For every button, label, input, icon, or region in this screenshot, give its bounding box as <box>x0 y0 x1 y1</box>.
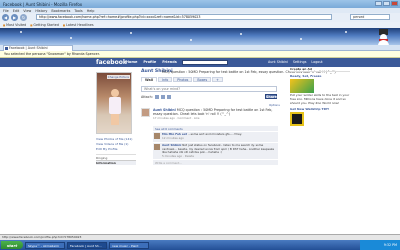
menu-bookmarks[interactable]: Bookmarks <box>51 9 70 13</box>
zoo-world-ad-image[interactable] <box>290 79 314 93</box>
left-column: View Photos of Me (141) View Videos of M… <box>96 137 136 165</box>
create-ad-link[interactable]: Create an Ad <box>290 67 350 72</box>
comment-text: ...some sort and ministers gfs.....!!hey… <box>187 132 242 136</box>
persona-infobar: You selected the persona "Snowman" by Rh… <box>0 51 400 58</box>
snowflake-icon <box>70 37 72 39</box>
comment-item: Mio Mio Fah eet ...some sort and ministe… <box>153 131 278 142</box>
options-link[interactable]: Options <box>269 103 280 107</box>
forward-arrow-icon[interactable]: ▶ <box>11 14 18 21</box>
attach-row: Attach: Share <box>141 94 277 100</box>
start-button[interactable]: start <box>1 241 23 249</box>
post-avatar[interactable] <box>141 108 150 117</box>
post-meta[interactable]: 17 minutes ago · Comment · Like <box>153 116 277 120</box>
menu-help[interactable]: Help <box>87 9 95 13</box>
ad-title[interactable]: Ready, Set, Freeze <box>290 74 350 78</box>
tab-photos[interactable]: Photos <box>173 77 193 82</box>
snowman-icon <box>374 29 392 45</box>
snowflake-icon <box>345 31 347 33</box>
snowflake-icon <box>190 39 192 41</box>
comment-list: See all 6 comments Mio Mio Fah eet ...so… <box>153 126 278 166</box>
menu-view[interactable]: View <box>23 9 31 13</box>
facebook-header: facebook Home Profile Friends Inbox Aunt… <box>0 58 400 67</box>
back-arrow-icon[interactable]: ◀ <box>2 14 9 21</box>
write-comment-input[interactable]: Write a comment... <box>153 159 278 166</box>
nav-profile[interactable]: Profile <box>143 60 156 64</box>
facebook-logo[interactable]: facebook <box>96 59 127 66</box>
ad-title[interactable]: Get New Wallstrip TRY! <box>290 107 350 111</box>
change-picture-link[interactable]: Change Picture <box>106 75 130 79</box>
window-titlebar: Facebook | Aunt Shibini - Mozilla Firefo… <box>0 0 400 8</box>
menu-history[interactable]: History <box>35 9 47 13</box>
ad-body: Put your winter skills to the test in yo… <box>290 93 350 105</box>
snowflake-icon <box>300 38 302 40</box>
reload-icon[interactable]: ↻ <box>20 14 27 21</box>
information-box-header[interactable]: Information <box>96 160 136 165</box>
tab-boxes[interactable]: Boxes <box>193 77 212 82</box>
nav-home[interactable]: Home <box>126 60 137 64</box>
minimize-button[interactable] <box>375 1 382 6</box>
comment-avatar[interactable] <box>154 144 160 150</box>
edit-profile-link[interactable]: Edit My Profile <box>96 147 136 152</box>
tab-wall[interactable]: Wall <box>141 77 158 82</box>
link-attach-icon[interactable] <box>166 95 171 99</box>
account-links: Aunt Shibini Settings Logout <box>268 60 323 64</box>
window-controls <box>375 1 398 6</box>
video-attach-icon[interactable] <box>160 95 165 99</box>
tab-info[interactable]: Info <box>158 77 173 82</box>
close-button[interactable] <box>391 1 398 6</box>
search-input[interactable]: persed <box>350 14 390 20</box>
wallstrip-ad-image[interactable] <box>290 112 304 127</box>
attach-label: Attach: <box>141 95 153 99</box>
comment-item: Aunt Shibini Not just status on facebook… <box>153 142 278 160</box>
snowflake-icon <box>240 33 242 35</box>
comment-meta[interactable]: 5 minutes ago · Delete <box>162 154 276 159</box>
profile-tabs: Wall Info Photos Boxes + <box>141 77 223 82</box>
comment-avatar[interactable] <box>154 133 160 139</box>
share-button[interactable]: Share <box>265 94 277 99</box>
ads-column: Create an Ad Ready, Set, Freeze Put your… <box>290 67 350 127</box>
window-title: Facebook | Aunt Shibini - Mozilla Firefo… <box>3 1 83 7</box>
settings-link[interactable]: Settings <box>293 60 307 64</box>
child-photo <box>108 89 121 125</box>
url-bar[interactable]: http://www.facebook.com/home.php?ref=hom… <box>36 14 332 20</box>
nav-friends[interactable]: Friends <box>162 60 177 64</box>
comment-meta: 12 minutes ago <box>162 135 184 140</box>
facebook-search-input[interactable] <box>182 60 228 65</box>
profile-page: Change Picture View Photos of Me (141) V… <box>0 67 400 240</box>
profile-picture[interactable]: Change Picture <box>96 72 132 134</box>
taskbar-item[interactable]: new music - Paint <box>109 241 149 249</box>
snowflake-icon <box>130 32 132 34</box>
persona-theme-header <box>0 28 400 45</box>
menu-tools[interactable]: Tools <box>74 9 82 13</box>
tab-add[interactable]: + <box>212 77 223 82</box>
taskbar-item[interactable]: Skype™ - Akmaliaim <box>25 241 65 249</box>
account-name-link[interactable]: Aunt Shibini <box>268 60 288 64</box>
bookmark-latest-headlines[interactable]: Latest Headlines <box>63 23 94 27</box>
windows-taskbar: start Skype™ - Akmaliaim Facebook | Aunt… <box>0 240 400 250</box>
status-publisher-input[interactable]: What's on your mind? <box>141 86 277 92</box>
bookmark-most-visited[interactable]: Most Visited <box>3 23 26 27</box>
post-body: Aunt Shibini MCQ question : 50MD Prepari… <box>153 108 277 121</box>
maximize-button[interactable] <box>383 1 390 6</box>
taskbar-item[interactable]: Facebook | Aunt Sh... <box>67 241 107 249</box>
bookmark-getting-started[interactable]: Getting Started <box>30 23 59 27</box>
menu-edit[interactable]: Edit <box>13 9 20 13</box>
menu-file[interactable]: File <box>3 9 9 13</box>
logout-link[interactable]: Logout <box>311 60 322 64</box>
clock: 9:32 PM <box>360 240 400 250</box>
photo-attach-icon[interactable] <box>154 95 159 99</box>
snowflake-icon <box>20 31 22 33</box>
